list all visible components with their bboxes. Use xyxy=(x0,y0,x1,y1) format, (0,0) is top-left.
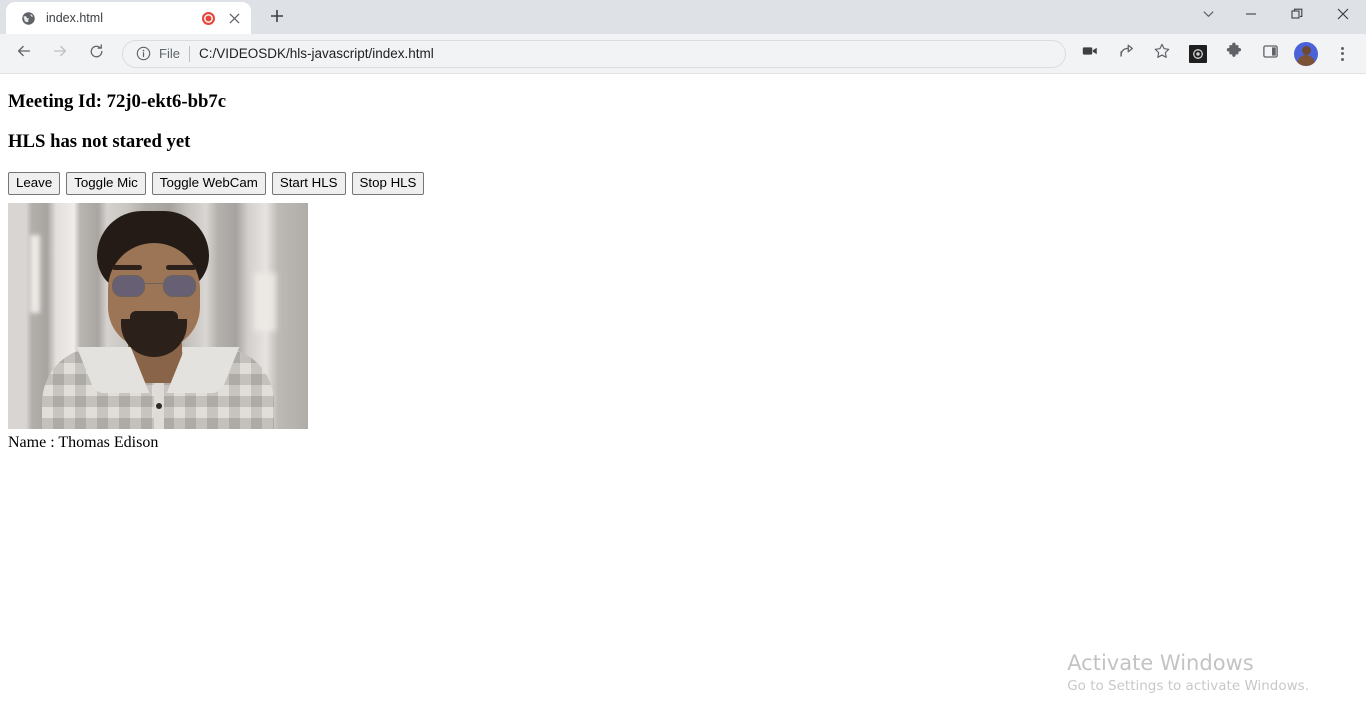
url-text: C:/VIDEOSDK/hls-javascript/index.html xyxy=(198,46,434,61)
three-dots-icon xyxy=(1340,46,1344,61)
arrow-left-icon xyxy=(15,42,33,65)
meeting-controls: Leave Toggle Mic Toggle WebCam Start HLS… xyxy=(8,172,1358,195)
toggle-webcam-button[interactable]: Toggle WebCam xyxy=(151,172,266,195)
video-light-right xyxy=(254,272,276,331)
omnibox[interactable]: File C:/VIDEOSDK/hls-javascript/index.ht… xyxy=(122,39,1066,68)
side-panel-icon xyxy=(1262,43,1279,65)
video-light-left xyxy=(30,234,40,313)
tab-search-button[interactable] xyxy=(1188,0,1228,32)
toolbar-right-actions xyxy=(1072,39,1360,69)
omnibox-divider xyxy=(188,45,190,62)
info-circle-icon[interactable] xyxy=(135,46,151,62)
minimize-button[interactable] xyxy=(1228,0,1274,32)
back-button[interactable] xyxy=(9,39,39,69)
reload-button[interactable] xyxy=(81,39,111,69)
leave-button[interactable]: Leave xyxy=(8,172,61,195)
reload-icon xyxy=(88,43,105,65)
chrome-menu-button[interactable] xyxy=(1327,39,1357,69)
watermark-title: Activate Windows xyxy=(1067,650,1254,675)
url-scheme-label: File xyxy=(159,46,180,61)
chevron-down-icon xyxy=(1202,7,1215,25)
stop-hls-button[interactable]: Stop HLS xyxy=(351,172,425,195)
meeting-id-heading: Meeting Id: 72j0-ekt6-bb7c xyxy=(8,91,226,112)
new-tab-button[interactable] xyxy=(263,4,291,32)
toggle-mic-button[interactable]: Toggle Mic xyxy=(66,172,146,195)
browser-window: index.html File C:/VIDEOSDK/hls-javascri… xyxy=(0,0,1366,726)
screen-recorder-icon xyxy=(1189,44,1207,63)
side-panel-button[interactable] xyxy=(1255,39,1285,69)
avatar-head xyxy=(1301,45,1311,55)
minimize-icon xyxy=(1245,7,1257,25)
extensions-button[interactable] xyxy=(1219,39,1249,69)
video-person-brow-right xyxy=(166,264,196,270)
page-viewport: Meeting Id: 72j0-ekt6-bb7c HLS has not s… xyxy=(0,74,1366,726)
arrow-right-icon xyxy=(51,42,69,65)
tab-index-html[interactable]: index.html xyxy=(6,2,251,34)
activate-windows-watermark: Activate Windows Go to Settings to activ… xyxy=(1067,650,1309,697)
close-window-button[interactable] xyxy=(1320,0,1366,32)
puzzle-piece-icon xyxy=(1225,42,1243,65)
star-icon xyxy=(1153,42,1171,65)
video-camera-icon xyxy=(1081,42,1099,65)
participant-name-label: Name : Thomas Edison xyxy=(8,433,159,451)
hls-status-heading: HLS has not stared yet xyxy=(8,130,191,152)
bookmark-button[interactable] xyxy=(1147,39,1177,69)
globe-icon xyxy=(20,10,36,26)
share-icon xyxy=(1117,42,1135,65)
start-hls-button[interactable]: Start HLS xyxy=(271,172,346,195)
tab-strip: index.html xyxy=(0,0,1366,34)
video-person-brow-left xyxy=(112,264,142,270)
share-button[interactable] xyxy=(1111,39,1141,69)
recording-dot-icon[interactable] xyxy=(202,11,215,25)
avatar-icon xyxy=(1294,41,1318,66)
forward-button[interactable] xyxy=(45,39,75,69)
participant-video-stream[interactable] xyxy=(8,202,308,429)
maximize-button[interactable] xyxy=(1274,0,1320,32)
video-person-glasses xyxy=(112,274,196,297)
tab-title: index.html xyxy=(46,11,103,25)
restore-icon xyxy=(1291,7,1303,25)
hls-demo-page: Meeting Id: 72j0-ekt6-bb7c HLS has not s… xyxy=(0,74,1366,462)
glasses-bridge xyxy=(145,282,163,285)
glasses-lens-right xyxy=(163,274,196,297)
glasses-lens-left xyxy=(112,274,145,297)
avatar-body xyxy=(1297,54,1315,66)
close-icon[interactable] xyxy=(225,9,243,27)
media-cast-button[interactable] xyxy=(1075,39,1105,69)
profile-button[interactable] xyxy=(1291,39,1321,69)
video-shirt-button xyxy=(156,402,162,409)
screen-recorder-extension-button[interactable] xyxy=(1183,39,1213,69)
close-icon xyxy=(1337,7,1349,25)
window-controls xyxy=(1188,0,1366,34)
browser-toolbar: File C:/VIDEOSDK/hls-javascript/index.ht… xyxy=(0,34,1366,74)
watermark-subtitle: Go to Settings to activate Windows. xyxy=(1067,677,1309,694)
plus-icon xyxy=(270,9,284,28)
